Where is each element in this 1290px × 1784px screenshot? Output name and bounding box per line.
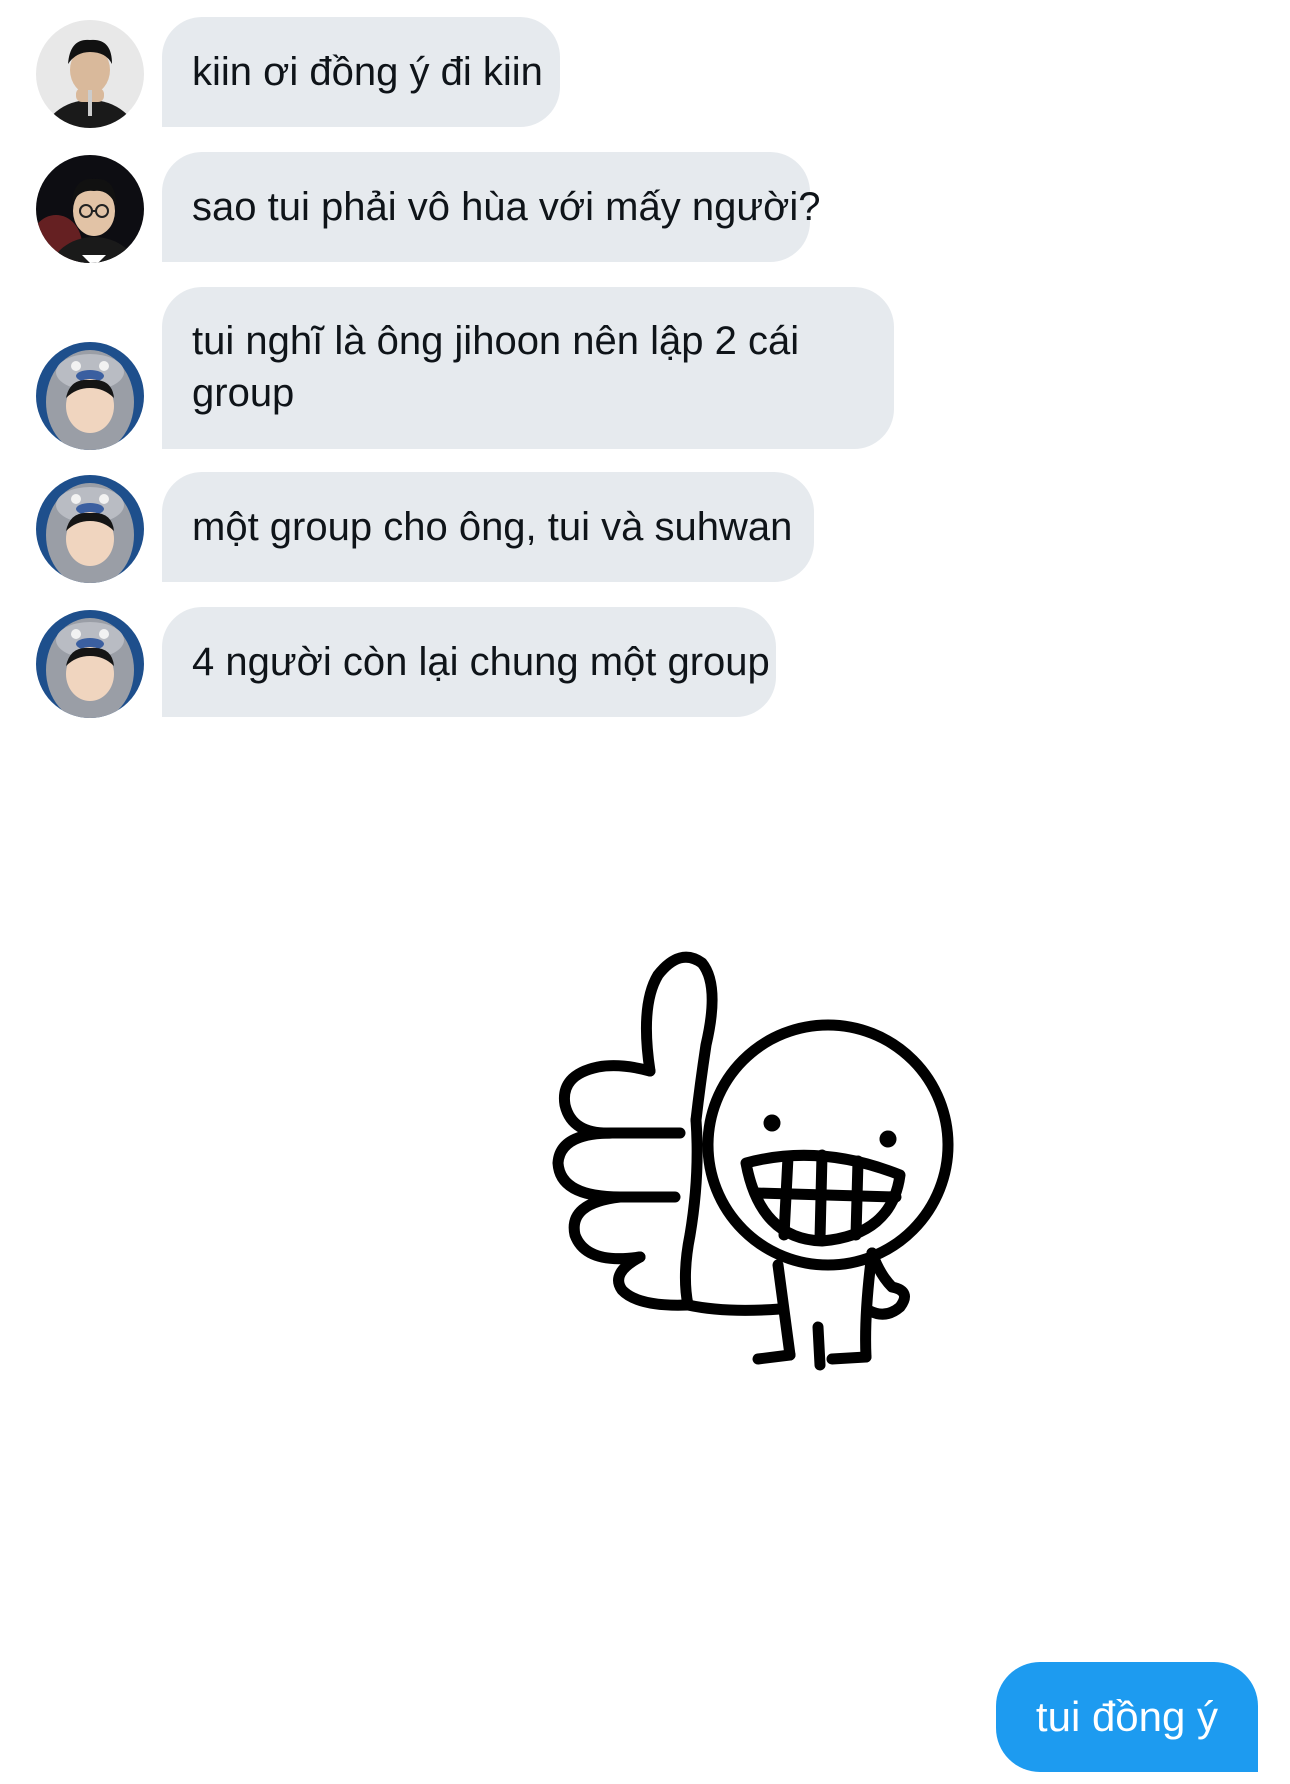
message-row: tui nghĩ là ông jihoon nên lập 2 cái gro…: [36, 287, 1236, 452]
conversation-thread: kiin ơi đồng ý đi kiin sao tui phải vô h…: [0, 0, 1290, 1784]
message-row: 4 người còn lại chung một group: [36, 607, 1236, 720]
user-avatar-3-icon[interactable]: [36, 475, 144, 583]
message-bubble[interactable]: một group cho ông, tui và suhwan: [162, 472, 814, 582]
message-bubble[interactable]: 4 người còn lại chung một group: [162, 607, 776, 717]
message-row: sao tui phải vô hùa với mấy người?: [36, 152, 1236, 265]
message-row: kiin ơi đồng ý đi kiin: [36, 17, 1236, 130]
message-bubble[interactable]: kiin ơi đồng ý đi kiin: [162, 17, 560, 127]
outgoing-message-bubble[interactable]: tui đồng ý: [996, 1662, 1258, 1772]
message-text: một group cho ông, tui và suhwan: [192, 505, 793, 549]
user-avatar-1-icon[interactable]: [36, 20, 144, 128]
message-text: kiin ơi đồng ý đi kiin: [192, 50, 543, 94]
user-avatar-3-icon[interactable]: [36, 610, 144, 718]
message-text: 4 người còn lại chung một group: [192, 640, 770, 684]
message-bubble[interactable]: sao tui phải vô hùa với mấy người?: [162, 152, 820, 262]
message-row: một group cho ông, tui và suhwan: [36, 472, 1236, 585]
user-avatar-3-icon[interactable]: [36, 342, 144, 450]
user-avatar-2-icon[interactable]: [36, 155, 144, 263]
outgoing-message-text: tui đồng ý: [1035, 1693, 1219, 1740]
message-bubble[interactable]: tui nghĩ là ông jihoon nên lập 2 cái gro…: [162, 287, 894, 449]
thumbs-up-stick-figure-sticker-icon[interactable]: [520, 935, 1000, 1385]
message-text: sao tui phải vô hùa với mấy người?: [192, 185, 821, 229]
message-text: tui nghĩ là ông jihoon nên lập 2 cái gro…: [192, 319, 800, 415]
